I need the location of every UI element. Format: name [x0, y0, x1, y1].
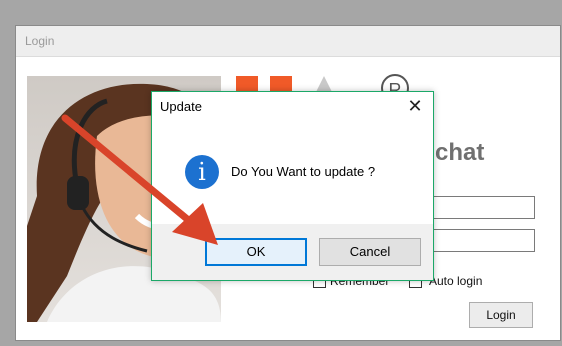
- ok-button[interactable]: OK: [205, 238, 307, 266]
- password-field[interactable]: [426, 229, 535, 252]
- username-field[interactable]: [426, 196, 535, 219]
- auto-login-label: Auto login: [429, 274, 483, 288]
- cancel-button[interactable]: Cancel: [319, 238, 421, 266]
- login-window-title: Login: [25, 34, 55, 48]
- info-icon: i: [185, 155, 219, 189]
- brand-name: chat: [435, 139, 485, 166]
- dialog-titlebar: Update ✕: [152, 92, 433, 122]
- dialog-message: Do You Want to update ?: [231, 164, 376, 179]
- update-dialog: Update ✕ i Do You Want to update ? OK Ca…: [151, 91, 434, 281]
- login-titlebar: Login: [16, 26, 560, 57]
- dialog-body: i Do You Want to update ?: [152, 122, 433, 224]
- login-button[interactable]: Login: [469, 302, 533, 328]
- dialog-title: Update: [160, 99, 202, 114]
- close-icon[interactable]: ✕: [405, 96, 425, 116]
